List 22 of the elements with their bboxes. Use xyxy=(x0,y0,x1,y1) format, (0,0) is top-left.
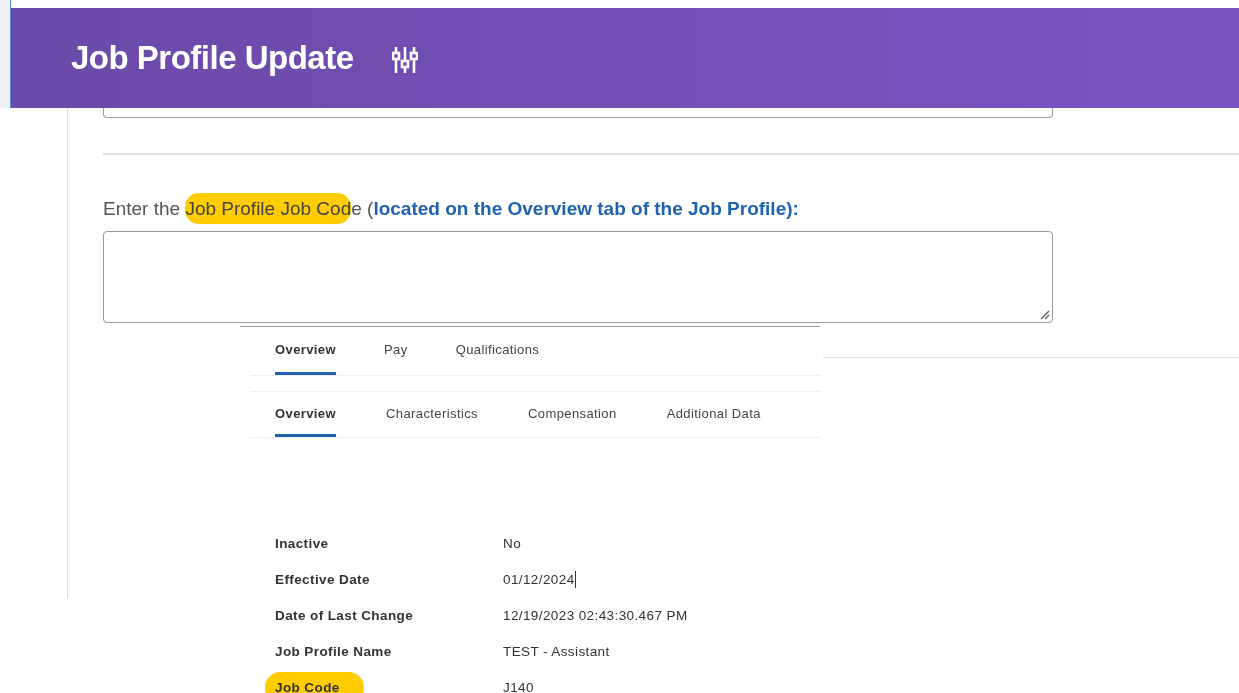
field-value: 12/19/2023 02:43:30.467 PM xyxy=(503,607,688,623)
tab[interactable]: Characteristics xyxy=(386,392,478,437)
field-value: TEST - Assistant xyxy=(503,643,610,659)
text-area[interactable] xyxy=(103,108,1053,118)
field-label: Effective Date xyxy=(275,571,370,587)
field-label: Inactive xyxy=(275,535,329,551)
tab[interactable]: Compensation xyxy=(528,392,617,437)
resize-handle-icon[interactable] xyxy=(1040,310,1050,320)
field-label: Job Profile Name xyxy=(275,643,392,659)
tab[interactable]: Overview xyxy=(275,392,336,437)
page-title: Job Profile Update xyxy=(71,39,354,77)
question-label: Enter the Job Profile Job Code (located on the Overview tab of the Job Profile): xyxy=(103,196,1239,222)
field-value: No xyxy=(503,535,522,551)
sliders-icon[interactable] xyxy=(391,45,418,75)
field-value: J140 xyxy=(503,679,534,693)
field-label: Date of Last Change xyxy=(275,607,414,623)
field-label: Job Code xyxy=(265,671,364,693)
tab[interactable]: Qualifications xyxy=(455,327,540,375)
tab[interactable]: Overview xyxy=(275,327,336,375)
tab[interactable]: Pay xyxy=(384,327,408,375)
tab[interactable]: Additional Data xyxy=(666,392,761,437)
field-value: 01/12/2024 xyxy=(503,570,576,588)
